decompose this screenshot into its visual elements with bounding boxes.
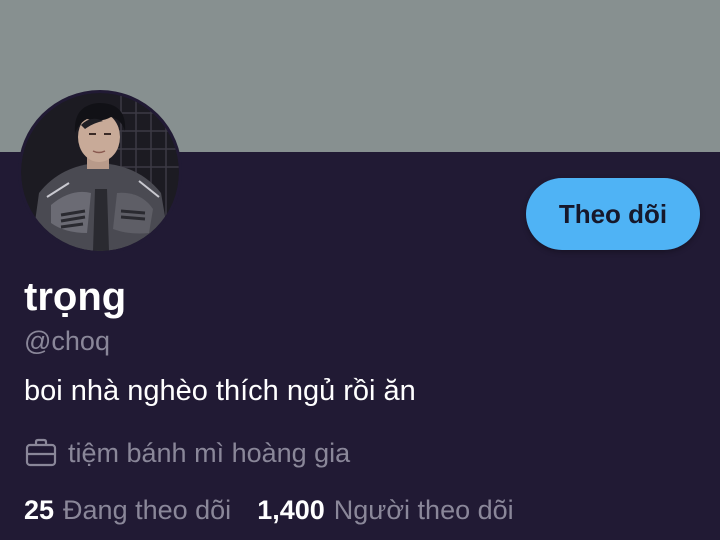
followers-stat[interactable]: 1,400 Người theo dõi <box>257 495 513 526</box>
following-count: 25 <box>24 494 55 525</box>
avatar[interactable] <box>18 90 182 254</box>
username-handle: @choq <box>24 326 110 356</box>
follow-stats: 25 Đang theo dõi 1,400 Người theo dõi <box>24 490 540 530</box>
work-label: tiệm bánh mì hoàng gia <box>68 438 351 468</box>
followers-label: Người theo dõi <box>333 494 514 525</box>
following-label: Đang theo dõi <box>63 494 232 525</box>
work-info: tiệm bánh mì hoàng gia <box>24 434 350 472</box>
avatar-image <box>21 93 179 251</box>
profile-bio: boi nhà nghèo thích ngủ rồi ăn <box>24 375 416 407</box>
follow-button[interactable]: Theo dõi <box>526 178 700 250</box>
display-name: trọng <box>24 275 127 319</box>
following-stat[interactable]: 25 Đang theo dõi <box>24 495 231 526</box>
briefcase-icon <box>25 438 57 467</box>
followers-count: 1,400 <box>257 494 325 525</box>
